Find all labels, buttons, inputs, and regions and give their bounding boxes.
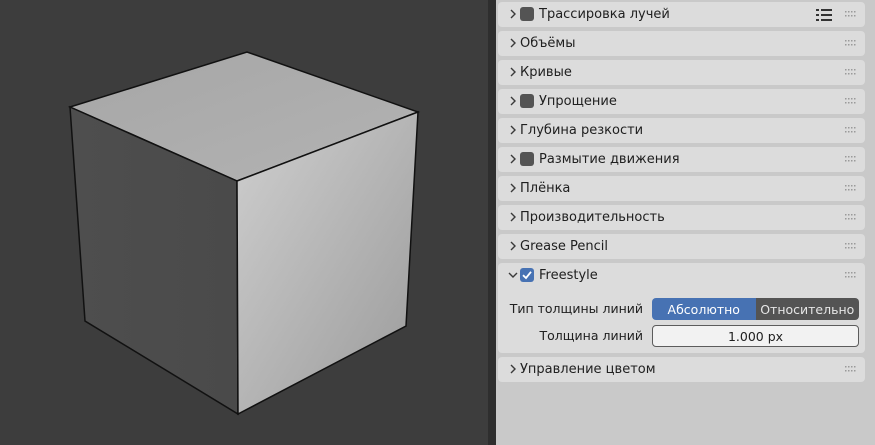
panel-header[interactable]: Плёнка xyxy=(498,176,865,201)
panel-simplify: Упрощение xyxy=(498,89,865,114)
panel-title: Freestyle xyxy=(539,268,598,283)
panel-curves: Кривые xyxy=(498,60,865,85)
chevron-right-icon xyxy=(510,125,516,135)
line-thickness-mode-label: Тип толщины линий xyxy=(509,301,643,316)
chevron-right-icon xyxy=(510,96,516,106)
viewport-cube-render xyxy=(67,51,421,416)
panel-film: Плёнка xyxy=(498,176,865,201)
chevron-right-icon xyxy=(510,154,516,164)
panel-title: Кривые xyxy=(520,65,572,80)
panel-checkbox[interactable] xyxy=(520,94,534,108)
panel-title: Трассировка лучей xyxy=(539,7,670,22)
panel-title: Производительность xyxy=(520,210,665,225)
drag-grip-icon[interactable] xyxy=(845,68,857,77)
drag-grip-icon[interactable] xyxy=(845,39,857,48)
panel-title: Управление цветом xyxy=(520,362,656,377)
panel-title: Grease Pencil xyxy=(520,239,608,254)
panel-freestyle: Freestyle Тип толщины линий Абсолютно От… xyxy=(498,263,865,353)
chevron-right-icon xyxy=(510,67,516,77)
panel-header[interactable]: Трассировка лучей xyxy=(498,2,865,27)
panel-checkbox[interactable] xyxy=(520,268,534,282)
panel-checkbox[interactable] xyxy=(520,152,534,166)
panel-header[interactable]: Кривые xyxy=(498,60,865,85)
panel-depth-of-field: Глубина резкости xyxy=(498,118,865,143)
mode-absolute-button[interactable]: Абсолютно xyxy=(652,298,756,320)
chevron-right-icon xyxy=(510,38,516,48)
line-thickness-mode-toggle: Абсолютно Относительно xyxy=(652,298,859,320)
panel-title: Плёнка xyxy=(520,181,571,196)
mode-relative-button[interactable]: Относительно xyxy=(755,298,859,320)
chevron-down-icon xyxy=(508,272,518,278)
panel-performance: Производительность xyxy=(498,205,865,230)
3d-viewport[interactable] xyxy=(0,0,488,445)
panel-header[interactable]: Упрощение xyxy=(498,89,865,114)
drag-grip-icon[interactable] xyxy=(845,365,857,374)
panel-title: Размытие движения xyxy=(539,152,680,167)
panel-title: Объёмы xyxy=(520,36,576,51)
panel-title: Упрощение xyxy=(539,94,617,109)
panel-color-management: Управление цветом xyxy=(498,357,865,382)
panel-title: Глубина резкости xyxy=(520,123,644,138)
drag-grip-icon[interactable] xyxy=(845,271,857,280)
drag-grip-icon[interactable] xyxy=(845,97,857,106)
chevron-right-icon xyxy=(510,183,516,193)
drag-grip-icon[interactable] xyxy=(845,242,857,251)
drag-grip-icon[interactable] xyxy=(845,10,857,19)
drag-grip-icon[interactable] xyxy=(845,213,857,222)
line-thickness-field[interactable]: 1.000 px xyxy=(652,325,859,347)
chevron-right-icon xyxy=(510,212,516,222)
drag-grip-icon[interactable] xyxy=(845,184,857,193)
panel-header[interactable]: Глубина резкости xyxy=(498,118,865,143)
drag-grip-icon[interactable] xyxy=(845,126,857,135)
panel-header[interactable]: Управление цветом xyxy=(498,357,865,382)
panel-header[interactable]: Объёмы xyxy=(498,31,865,56)
panel-ray-tracing: Трассировка лучей xyxy=(498,2,865,27)
line-thickness-row: Толщина линий 1.000 px xyxy=(498,325,865,347)
panel-header[interactable]: Размытие движения xyxy=(498,147,865,172)
chevron-right-icon xyxy=(510,241,516,251)
chevron-right-icon xyxy=(510,364,516,374)
line-thickness-mode-row: Тип толщины линий Абсолютно Относительно xyxy=(498,298,865,320)
panel-header[interactable]: Производительность xyxy=(498,205,865,230)
panel-header[interactable]: Grease Pencil xyxy=(498,234,865,259)
panel-motion-blur: Размытие движения xyxy=(498,147,865,172)
checkmark-icon xyxy=(522,271,532,280)
preset-list-icon[interactable] xyxy=(816,8,834,22)
panel-grease-pencil: Grease Pencil xyxy=(498,234,865,259)
panel-checkbox[interactable] xyxy=(520,7,534,21)
area-divider[interactable] xyxy=(488,0,496,445)
line-thickness-label: Толщина линий xyxy=(539,328,643,343)
panel-volumes: Объёмы xyxy=(498,31,865,56)
properties-editor: Трассировка лучей Объёмы Кривые Упрощени… xyxy=(496,0,875,445)
panel-header[interactable]: Freestyle xyxy=(498,263,865,288)
chevron-right-icon xyxy=(510,9,516,19)
drag-grip-icon[interactable] xyxy=(845,155,857,164)
